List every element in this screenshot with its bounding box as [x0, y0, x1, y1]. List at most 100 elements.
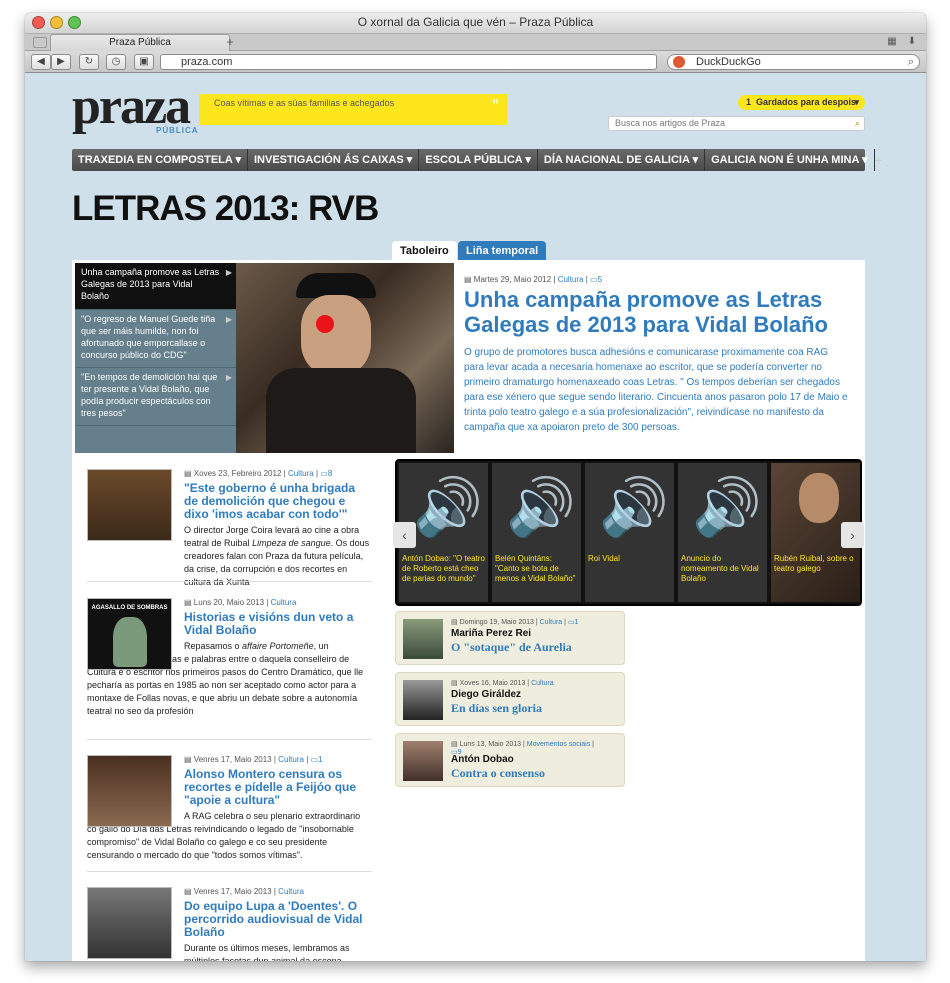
- calendar-icon: ▤: [184, 755, 192, 764]
- article-title[interactable]: Do equipo Lupa a 'Doentes'. O percorrido…: [184, 900, 372, 939]
- nav-item-traxedia[interactable]: TRAXEDIA EN COMPOSTELA ▾: [72, 149, 248, 171]
- article-summary: Durante os últimos meses, lembramos as m…: [184, 943, 350, 961]
- featured-article: ▤ Martes 29, Maio 2012 | Cultura | ▭5 Un…: [464, 275, 849, 435]
- saved-for-later-button[interactable]: 1 Gardados para despois ▾: [738, 95, 865, 110]
- article-meta: ▤ Luns 20, Maio 2013 | Cultura: [184, 598, 297, 607]
- nav-item-escola[interactable]: ESCOLA PÚBLICA ▾: [419, 149, 538, 171]
- comment-count[interactable]: 8: [328, 469, 332, 478]
- featured-title[interactable]: Unha campaña promove as Letras Galegas d…: [464, 287, 849, 337]
- category-link[interactable]: Cultura: [278, 887, 304, 896]
- category-link[interactable]: Cultura: [278, 755, 304, 764]
- duckduckgo-icon: [673, 56, 685, 68]
- nav-item-caixas[interactable]: INVESTIGACIÓN ÁS CAIXAS ▾: [248, 149, 420, 171]
- featured-meta: ▤ Martes 29, Maio 2012 | Cultura | ▭5: [464, 275, 603, 284]
- comments-icon[interactable]: ▭: [590, 275, 598, 284]
- search-icon: ⌕: [907, 56, 914, 68]
- tagline-text: Coas vítimas e as súas familias e achega…: [214, 98, 395, 108]
- search-icon: ⌕: [854, 118, 860, 128]
- nav-more-button[interactable]: +: [875, 149, 883, 171]
- back-button[interactable]: ◀: [31, 54, 51, 70]
- comment-count[interactable]: 1: [318, 755, 322, 764]
- divider: [87, 871, 372, 872]
- opinion-item[interactable]: ▤ Domingo 19, Maio 2013 | Cultura | ▭1 M…: [395, 611, 625, 665]
- article-title[interactable]: "Este goberno é unha brigada de demolici…: [184, 482, 372, 521]
- close-window-button[interactable]: [32, 16, 45, 29]
- featured-summary: O grupo de promotores busca adhesións e …: [464, 347, 848, 433]
- downloads-icon[interactable]: ⬇: [905, 34, 919, 51]
- featured-list-item[interactable]: Unha campaña promove as Letras Galegas d…: [75, 263, 236, 310]
- nav-item-dia-nacional[interactable]: DÍA NACIONAL DE GALICIA ▾: [538, 149, 706, 171]
- browser-search-field[interactable]: DuckDuckGo ⌕: [667, 54, 920, 70]
- opinion-item[interactable]: ▤ Xoves 16, Maio 2013 | Cultura Diego Gi…: [395, 672, 625, 726]
- opinion-title[interactable]: En días sen gloria: [451, 701, 542, 716]
- comments-icon: ▭: [567, 619, 575, 626]
- clown-nose-shape: [316, 315, 334, 333]
- carousel-item[interactable]: 🔊 Belén Quintáns: "Canto se bota de menos…: [492, 463, 581, 602]
- calendar-icon: ▤: [451, 741, 458, 748]
- calendar-icon: ▤: [464, 275, 472, 284]
- article-thumbnail[interactable]: [87, 469, 172, 541]
- history-button[interactable]: ◷: [106, 54, 126, 70]
- url-text: praza.com: [181, 56, 233, 68]
- calendar-icon: ▤: [451, 680, 458, 687]
- bookmarks-button[interactable]: ▣: [134, 54, 154, 70]
- article-item: ▤ Venres 17, Maio 2013 | Cultura | ▭1 Al…: [87, 755, 372, 862]
- page-content: praza PÚBLICA Coas vítimas e as súas fam…: [25, 73, 926, 961]
- tab-lina-temporal[interactable]: Liña temporal: [458, 241, 547, 261]
- article-title[interactable]: Alonso Montero censura os recortes e píd…: [184, 768, 372, 807]
- carousel-item[interactable]: 🔊 Anuncio do nomeamento de Vidal Bolaño: [678, 463, 767, 602]
- comments-icon[interactable]: ▭: [311, 755, 319, 764]
- carousel-prev-button[interactable]: ‹: [393, 522, 416, 548]
- browser-tab[interactable]: Praza Pública: [50, 34, 230, 51]
- category-link[interactable]: Cultura: [271, 598, 297, 607]
- face-shape: [799, 473, 839, 523]
- tagline-banner[interactable]: Coas vítimas e as súas familias e achega…: [199, 94, 507, 125]
- article-thumbnail[interactable]: [87, 887, 172, 959]
- article-summary: O director Jorge Coira levará ao cine a …: [184, 525, 370, 587]
- speaker-icon: 🔊: [506, 475, 576, 538]
- zoom-window-button[interactable]: [68, 16, 81, 29]
- calendar-icon: ▤: [451, 619, 458, 626]
- site-logo[interactable]: praza: [72, 81, 191, 133]
- opinion-meta: ▤ Xoves 16, Maio 2013 | Cultura: [451, 680, 554, 687]
- featured-list-item[interactable]: "En tempos de demolición hai que ter pre…: [75, 368, 236, 426]
- minimize-window-button[interactable]: [50, 16, 63, 29]
- nav-item-mina[interactable]: GALICIA NON É UNHA MINA ▾: [705, 149, 875, 171]
- comment-count[interactable]: 5: [598, 275, 602, 284]
- quote-icon: ”: [492, 96, 499, 112]
- page-title: LETRAS 2013: RVB: [72, 189, 379, 228]
- comments-icon[interactable]: ▭: [320, 469, 328, 478]
- tab-taboleiro[interactable]: Taboleiro: [392, 241, 457, 261]
- tab-overview-icon[interactable]: [33, 37, 47, 48]
- address-bar[interactable]: praza.com: [160, 54, 657, 70]
- carousel-item[interactable]: 🔊 Roi Vidal: [585, 463, 674, 602]
- main-nav: TRAXEDIA EN COMPOSTELA ▾ INVESTIGACIÓN Á…: [72, 149, 883, 171]
- browser-toolbar: ◀ ▶ ↻ ◷ ▣ praza.com DuckDuckGo ⌕: [25, 51, 926, 73]
- carousel-next-button[interactable]: ›: [841, 522, 864, 548]
- site-search-input[interactable]: Busca nos artigos de Praza ⌕: [608, 116, 865, 131]
- opinion-title[interactable]: Contra o consenso: [451, 766, 545, 781]
- media-carousel: 🔊 Antón Dobao: "O teatro de Roberto está …: [393, 459, 864, 606]
- article-thumbnail[interactable]: [87, 755, 172, 827]
- category-link[interactable]: Cultura: [558, 275, 584, 284]
- browser-window: O xornal da Galicia que vén – Praza Públ…: [25, 13, 926, 961]
- article-thumbnail[interactable]: AGASALLO DE SOMBRAS: [87, 598, 172, 670]
- speaker-icon: 🔊: [599, 475, 669, 538]
- chevron-right-icon: ▶: [225, 315, 232, 324]
- chevron-down-icon: ▾: [854, 97, 859, 107]
- forward-button[interactable]: ▶: [51, 54, 71, 70]
- opinion-title[interactable]: O "sotaque" de Aurelia: [451, 640, 572, 655]
- opinion-author: Antón Dobao: [451, 754, 514, 765]
- author-avatar: [403, 741, 443, 781]
- reading-list-icon[interactable]: ▦: [885, 34, 899, 51]
- tab-bar: Praza Pública + ▦ ⬇: [25, 33, 926, 51]
- opinion-item[interactable]: ▤ Luns 13, Maio 2013 | Movementos sociai…: [395, 733, 625, 787]
- reload-button[interactable]: ↻: [79, 54, 99, 70]
- new-tab-button[interactable]: +: [220, 34, 240, 51]
- featured-photo[interactable]: [236, 263, 454, 453]
- chevron-right-icon: ▶: [225, 373, 232, 382]
- category-link[interactable]: Cultura: [288, 469, 314, 478]
- search-placeholder: DuckDuckGo: [696, 56, 761, 68]
- featured-list-item[interactable]: "O regreso de Manuel Guede tiña que ser …: [75, 310, 236, 368]
- article-title[interactable]: Historias e visións dun veto a Vidal Bol…: [184, 611, 372, 637]
